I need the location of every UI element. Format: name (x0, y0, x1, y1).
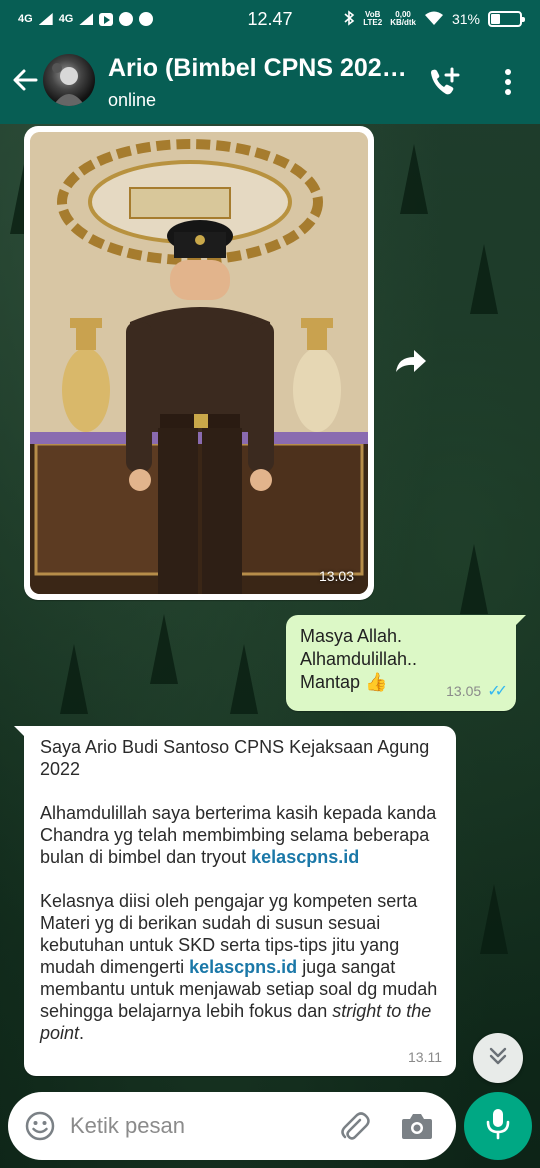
emoji-icon[interactable] (24, 1110, 56, 1142)
message-line: Alhamdulillah.. (300, 649, 418, 669)
image-timestamp: 13.03 (318, 568, 354, 584)
add-call-icon[interactable] (426, 64, 462, 100)
photo-illustration (30, 132, 368, 594)
message-photo[interactable]: 13.03 (30, 132, 368, 594)
clock: 12.47 (247, 8, 293, 29)
more-options-icon[interactable] (494, 64, 522, 100)
link-kelascpns[interactable]: kelascpns.id (251, 847, 359, 867)
scroll-to-bottom-button[interactable] (473, 1033, 523, 1083)
outgoing-timestamp: 13.05 (446, 683, 482, 699)
outgoing-message[interactable]: Masya Allah. Alhamdulillah.. Mantap 👍 13… (286, 615, 526, 711)
voice-message-button[interactable] (464, 1092, 532, 1160)
message-paragraph: Saya Ario Budi Santoso CPNS Kejaksaan Ag… (40, 737, 430, 779)
battery-icon (488, 11, 525, 27)
double-chevron-down-icon (486, 1044, 510, 1073)
incoming-timestamp: 13.11 (408, 1049, 442, 1065)
message-line: Masya Allah. (300, 626, 403, 646)
message-paragraph: Alhamdulillah saya berterima kasih kepad… (40, 802, 440, 868)
camera-icon[interactable] (400, 1110, 434, 1142)
message-meta: 13.05 ✓✓ (446, 680, 508, 703)
battery-fill (491, 14, 500, 24)
message-composer (8, 1092, 456, 1160)
status-bar: 4G 4G 12.47 VoB LTE2 0,00 KB/dtk 31% (0, 0, 540, 38)
attach-paperclip-icon[interactable] (336, 1108, 372, 1144)
microphone-icon (484, 1107, 512, 1146)
message-paragraph: Kelasnya diisi oleh pengajar yg kompeten… (40, 890, 440, 1044)
image-message[interactable]: 13.03 (24, 126, 374, 600)
incoming-message[interactable]: Saya Ario Budi Santoso CPNS Kejaksaan Ag… (14, 726, 456, 1076)
contact-avatar[interactable] (43, 54, 95, 106)
message-input[interactable] (70, 1106, 320, 1146)
link-kelascpns[interactable]: kelascpns.id (189, 957, 297, 977)
back-arrow-icon[interactable] (8, 62, 44, 98)
chat-header: Ario (Bimbel CPNS 2022 Kejaksaan) online (0, 38, 540, 124)
forward-icon[interactable] (390, 340, 432, 382)
double-check-icon: ✓✓ (487, 683, 508, 700)
contact-name[interactable]: Ario (Bimbel CPNS 2022 Kejaksaan) (108, 54, 418, 83)
paragraph-end: . (79, 1023, 85, 1043)
paragraph-text: Alhamdulillah saya berterima kasih kepad… (40, 803, 437, 867)
contact-status: online (108, 90, 157, 110)
